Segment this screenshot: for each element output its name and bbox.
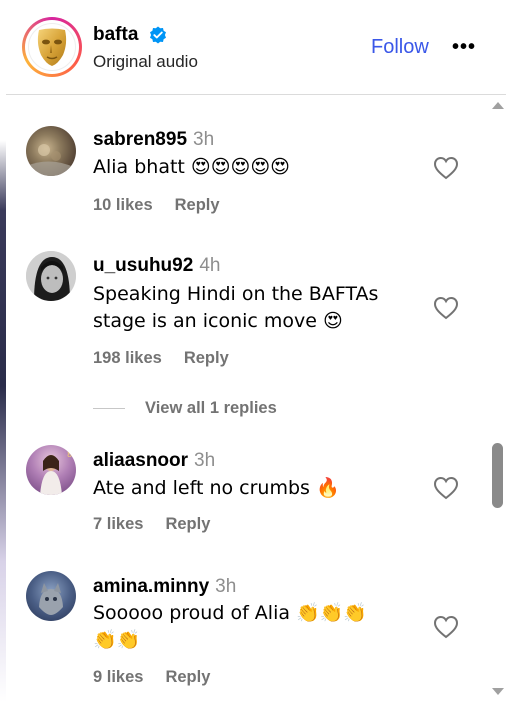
- bafta-mask-icon: [37, 28, 67, 66]
- comment-username[interactable]: u_usuhu92: [93, 255, 193, 276]
- avatar[interactable]: [26, 251, 76, 301]
- replies-divider: [93, 407, 125, 409]
- comment-text: Alia bhatt 😍😍😍😍😍: [93, 156, 290, 178]
- reply-button[interactable]: Reply: [165, 515, 210, 533]
- account-avatar[interactable]: [22, 17, 82, 77]
- comment-username[interactable]: sabren895: [93, 129, 187, 150]
- comment-likes[interactable]: 198 likes: [93, 349, 162, 367]
- comment-timestamp: 3h: [215, 576, 237, 597]
- heart-icon[interactable]: [433, 296, 459, 320]
- heart-icon[interactable]: [433, 615, 459, 639]
- reply-button[interactable]: Reply: [184, 349, 229, 367]
- comments-list: sabren895 3h Alia bhatt 😍😍😍😍😍 10 likes Rep…: [6, 95, 506, 702]
- view-replies-button[interactable]: View all 1 replies: [93, 398, 277, 418]
- account-name[interactable]: bafta: [93, 24, 138, 46]
- comment-likes[interactable]: 7 likes: [93, 515, 143, 533]
- comment-text: Sooooo proud of Alia 👏👏👏👏👏: [93, 602, 368, 651]
- comment-likes[interactable]: 10 likes: [93, 196, 153, 214]
- follow-button[interactable]: Follow: [371, 36, 429, 59]
- comment-username[interactable]: aliaasnoor: [93, 450, 188, 471]
- heart-icon[interactable]: [433, 156, 459, 180]
- reply-button[interactable]: Reply: [175, 196, 220, 214]
- heart-icon[interactable]: [433, 476, 459, 500]
- comment-text: Speaking Hindi on the BAFTAs stage is an…: [93, 283, 379, 332]
- scroll-thumb[interactable]: [492, 443, 503, 508]
- comment-timestamp: 4h: [199, 255, 221, 276]
- scroll-down-arrow-icon[interactable]: [492, 688, 504, 695]
- audio-subtitle[interactable]: Original audio: [93, 52, 198, 72]
- reply-button[interactable]: Reply: [165, 668, 210, 686]
- scroll-up-arrow-icon[interactable]: [492, 102, 504, 109]
- comments-scrollbar[interactable]: [489, 95, 506, 702]
- comment-timestamp: 3h: [194, 450, 216, 471]
- comment-username[interactable]: amina.minny: [93, 576, 209, 597]
- comment-text: Ate and left no crumbs 🔥: [93, 477, 340, 499]
- more-options-icon[interactable]: •••: [452, 36, 476, 59]
- view-replies-label[interactable]: View all 1 replies: [145, 399, 277, 418]
- comment-likes[interactable]: 9 likes: [93, 668, 143, 686]
- comment-timestamp: 3h: [193, 129, 215, 150]
- avatar[interactable]: [26, 126, 76, 176]
- avatar[interactable]: 8: [26, 445, 76, 495]
- svg-text:8: 8: [67, 450, 72, 459]
- verified-badge-icon: [150, 26, 166, 44]
- post-header: bafta Original audio Follow •••: [6, 0, 506, 95]
- avatar[interactable]: [26, 571, 76, 621]
